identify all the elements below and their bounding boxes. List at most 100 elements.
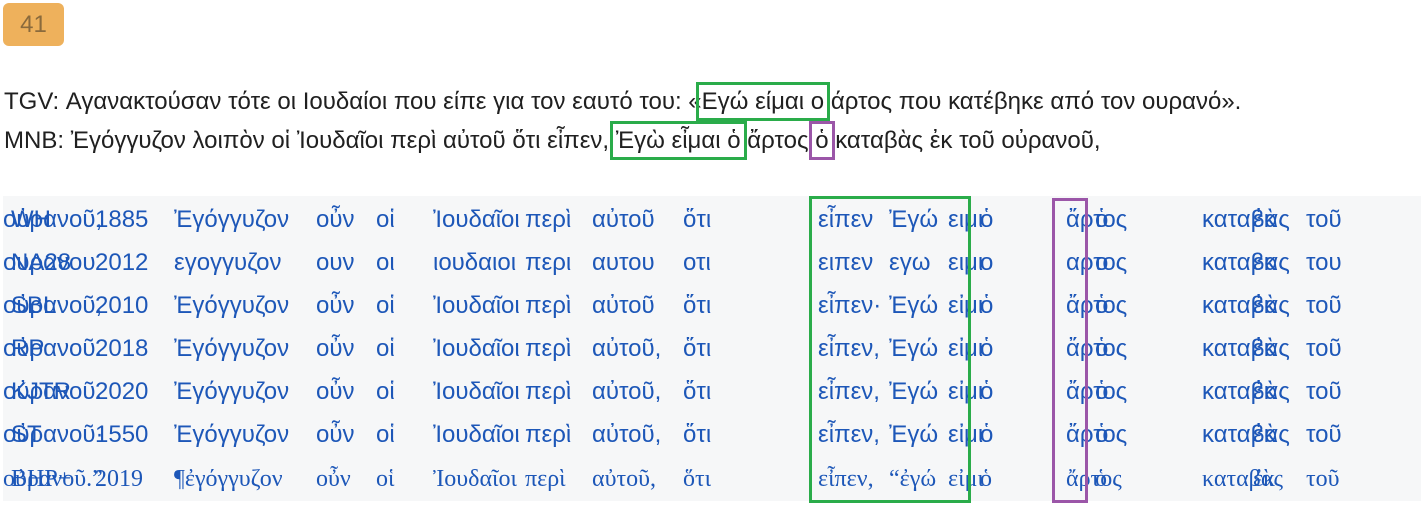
greek-word[interactable]: καταβὰς: [1202, 372, 1290, 412]
greek-word[interactable]: περὶ: [525, 200, 571, 240]
greek-word[interactable]: αυτου: [592, 243, 655, 283]
greek-word[interactable]: Ἐγόγγυζον: [174, 372, 289, 412]
greek-word[interactable]: ὁ: [980, 329, 993, 369]
greek-word[interactable]: οὐρανοῦ,: [3, 286, 102, 326]
greek-word[interactable]: τοῦ: [1306, 459, 1340, 499]
greek-word[interactable]: ὁ: [980, 200, 993, 240]
greek-word[interactable]: ουρανου: [3, 243, 95, 283]
greek-word[interactable]: Ἐγόγγυζον: [174, 286, 289, 326]
greek-word[interactable]: περὶ: [525, 372, 571, 412]
mnb-text-before: MNB: Ἐγόγγυζον λοιπὸν οἱ Ἰουδαῖοι περὶ α…: [4, 127, 616, 154]
greek-word[interactable]: οτι: [683, 243, 711, 283]
greek-word[interactable]: ¶ἐγόγγυζον: [174, 459, 283, 499]
greek-word[interactable]: Ἰουδαῖοι: [433, 329, 520, 369]
greek-word[interactable]: Ἐγόγγυζον: [174, 329, 289, 369]
greek-word[interactable]: Ἰουδαῖοι: [433, 415, 520, 455]
greek-word[interactable]: ὁ: [1095, 415, 1108, 455]
greek-word[interactable]: τοῦ: [1306, 200, 1342, 240]
greek-word[interactable]: οὐρανοῦ.”: [3, 459, 103, 499]
tgv-highlight: Εγώ είμαι ο: [695, 82, 831, 121]
greek-word[interactable]: ο: [1095, 243, 1108, 283]
greek-word[interactable]: Ἐγόγγυζον: [174, 415, 289, 455]
greek-word[interactable]: ὅτι: [683, 372, 711, 412]
greek-word[interactable]: οἱ: [376, 329, 395, 369]
greek-word[interactable]: αὐτοῦ,: [592, 459, 656, 499]
greek-word[interactable]: οἱ: [376, 372, 395, 412]
greek-word[interactable]: ὁ: [1095, 372, 1108, 412]
tgv-text-before: TGV: Αγανακτούσαν τότε οι Ιουδαίοι που ε…: [4, 88, 702, 115]
greek-word[interactable]: οὐρανοῦ.: [3, 372, 102, 412]
greek-word[interactable]: περὶ: [525, 286, 571, 326]
greek-word[interactable]: οὖν: [316, 286, 354, 326]
verse-number-badge: 41: [3, 3, 64, 46]
greek-word[interactable]: ὅτι: [683, 200, 711, 240]
greek-word[interactable]: Ἰουδαῖοι: [433, 372, 520, 412]
edition-year: 2010: [95, 292, 149, 319]
greek-word[interactable]: οἱ: [376, 459, 394, 499]
greek-word[interactable]: οὖν: [316, 415, 354, 455]
greek-word[interactable]: εγογγυζον: [174, 243, 282, 283]
greek-word[interactable]: ἐκ: [1253, 415, 1276, 455]
greek-word[interactable]: τοῦ: [1306, 329, 1342, 369]
greek-word[interactable]: ἐκ: [1253, 329, 1276, 369]
greek-word[interactable]: ουν: [316, 243, 354, 283]
greek-word[interactable]: ὁ: [1095, 200, 1108, 240]
greek-word[interactable]: ἐκ: [1253, 286, 1276, 326]
greek-word[interactable]: οι: [376, 243, 395, 283]
mnb-text-middle: ἄρτος: [740, 127, 816, 154]
greek-word[interactable]: ο: [980, 243, 993, 283]
greek-word[interactable]: αὐτοῦ,: [592, 372, 661, 412]
greek-word[interactable]: περὶ: [525, 415, 571, 455]
tgv-translation: TGV: Αγανακτούσαν τότε οι Ιουδαίοι που ε…: [4, 82, 1241, 121]
purple-highlight-box: [1052, 198, 1088, 503]
greek-word[interactable]: οὐρανοῦ·: [3, 415, 103, 455]
greek-word[interactable]: ὁ: [980, 286, 993, 326]
greek-word[interactable]: ὁ: [1095, 286, 1108, 326]
greek-word[interactable]: Ἰουδαῖοι: [433, 459, 517, 499]
greek-word[interactable]: οἱ: [376, 200, 395, 240]
greek-word[interactable]: εκ: [1253, 243, 1276, 283]
mnb-text-after: καταβὰς ἐκ τοῦ οὐρανοῦ,: [828, 127, 1101, 154]
greek-word[interactable]: αὐτοῦ,: [592, 415, 661, 455]
green-highlight-box: [809, 196, 971, 503]
greek-word[interactable]: τοῦ: [1306, 372, 1342, 412]
greek-word[interactable]: οὐρανοῦ.: [3, 329, 102, 369]
greek-word[interactable]: ὁ: [1095, 459, 1107, 499]
greek-word[interactable]: αὐτοῦ,: [592, 329, 661, 369]
greek-word[interactable]: καταβὰς: [1202, 200, 1290, 240]
greek-word[interactable]: του: [1306, 243, 1342, 283]
greek-word[interactable]: ἐκ: [1253, 372, 1276, 412]
greek-word[interactable]: οὐρανοῦ,: [3, 200, 102, 240]
greek-word[interactable]: ὁ: [1095, 329, 1108, 369]
greek-word[interactable]: ὅτι: [683, 415, 711, 455]
greek-word[interactable]: οὖν: [316, 372, 354, 412]
greek-word[interactable]: ὁ: [980, 372, 993, 412]
greek-word[interactable]: αὐτοῦ: [592, 286, 655, 326]
greek-word[interactable]: περὶ: [525, 459, 566, 499]
greek-word[interactable]: ἐκ: [1253, 459, 1275, 499]
greek-word[interactable]: Ἐγόγγυζον: [174, 200, 289, 240]
greek-word[interactable]: ὅτι: [683, 459, 711, 499]
greek-word[interactable]: οὖν: [316, 200, 354, 240]
greek-word[interactable]: Ἰουδαῖοι: [433, 200, 520, 240]
greek-word[interactable]: οἱ: [376, 286, 395, 326]
greek-word[interactable]: ὅτι: [683, 286, 711, 326]
greek-word[interactable]: τοῦ: [1306, 286, 1342, 326]
greek-word[interactable]: καταβὰς: [1202, 286, 1290, 326]
greek-word[interactable]: Ἰουδαῖοι: [433, 286, 520, 326]
greek-word[interactable]: οὖν: [316, 329, 354, 369]
greek-word[interactable]: οἱ: [376, 415, 395, 455]
greek-word[interactable]: περι: [525, 243, 571, 283]
greek-word[interactable]: ὁ: [980, 415, 993, 455]
greek-word[interactable]: ὁ: [980, 459, 992, 499]
greek-word[interactable]: ιουδαιοι: [433, 243, 516, 283]
greek-word[interactable]: καταβὰς: [1202, 329, 1290, 369]
greek-word[interactable]: οὖν: [316, 459, 351, 499]
greek-word[interactable]: καταβὰς: [1202, 415, 1290, 455]
greek-word[interactable]: περὶ: [525, 329, 571, 369]
greek-word[interactable]: ἐκ: [1253, 200, 1276, 240]
greek-word[interactable]: καταβας: [1202, 243, 1290, 283]
greek-word[interactable]: τοῦ: [1306, 415, 1342, 455]
greek-word[interactable]: αὐτοῦ: [592, 200, 655, 240]
greek-word[interactable]: ὅτι: [683, 329, 711, 369]
